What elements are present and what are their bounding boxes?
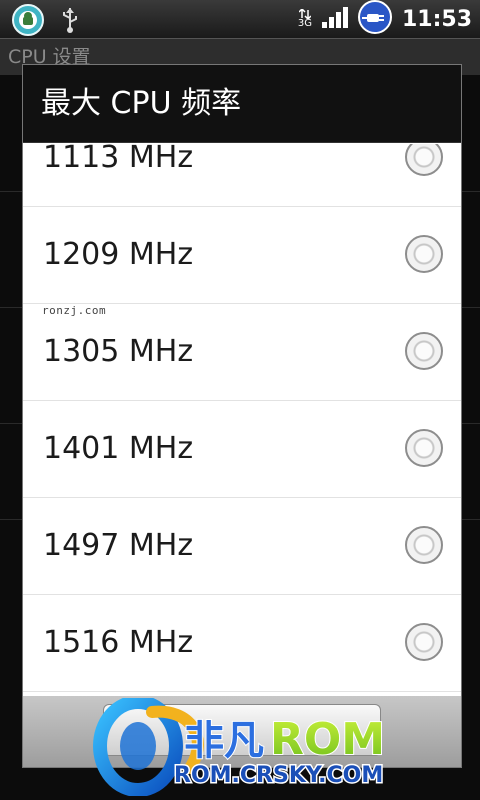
radio-button[interactable] [405, 235, 443, 273]
option-label: 1516 MHz [43, 625, 194, 660]
dialog-title: 最大 CPU 频率 [23, 65, 461, 143]
list-item[interactable]: 1497 MHz [23, 498, 461, 595]
option-label: 1113 MHz [43, 144, 194, 175]
network-type-label: 3G [297, 18, 312, 29]
list-item[interactable]: 1516 MHz [23, 595, 461, 692]
brand-cn-text: 非凡 [184, 718, 264, 764]
status-clock: 11:53 [401, 6, 472, 32]
list-item[interactable]: 1401 MHz [23, 401, 461, 498]
list-item[interactable]: 1305 MHz [23, 304, 461, 401]
radio-button[interactable] [405, 526, 443, 564]
radio-button[interactable] [405, 144, 443, 176]
site-watermark: ronzj.com [42, 304, 107, 317]
brand-watermark-logo: 非凡 ROM ROM.CRSKY.COM [93, 698, 386, 796]
radio-button[interactable] [405, 332, 443, 370]
list-item[interactable]: 1113 MHz [23, 144, 461, 207]
battery-charging-icon [357, 0, 392, 38]
option-label: 1497 MHz [43, 528, 194, 563]
usb-icon [60, 6, 80, 38]
option-label: 1401 MHz [43, 431, 194, 466]
option-label: 1305 MHz [43, 334, 194, 369]
android-robot-icon [12, 4, 44, 40]
list-item[interactable]: 1209 MHz [23, 207, 461, 304]
status-bar: 3G 11:53 [0, 0, 480, 39]
option-label: 1209 MHz [43, 237, 194, 272]
signal-strength-icon [321, 6, 348, 32]
network-3g-icon: 3G [298, 9, 312, 29]
brand-rom-text: ROM [270, 714, 385, 765]
radio-button[interactable] [405, 623, 443, 661]
radio-button[interactable] [405, 429, 443, 467]
max-cpu-frequency-dialog: 最大 CPU 频率 1113 MHz 1209 MHz 1305 MHz 140… [22, 64, 462, 768]
brand-url-text: ROM.CRSKY.COM [174, 763, 383, 788]
frequency-option-list[interactable]: 1113 MHz 1209 MHz 1305 MHz 1401 MHz 1497… [23, 144, 461, 696]
